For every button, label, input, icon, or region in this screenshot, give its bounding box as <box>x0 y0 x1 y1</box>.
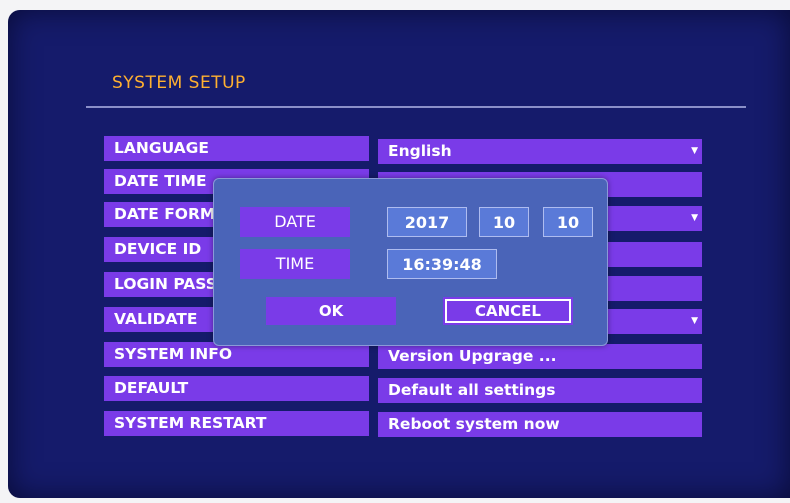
ok-button[interactable]: OK <box>266 297 396 325</box>
month-field[interactable]: 10 <box>479 207 529 237</box>
language-select[interactable]: English ▼ <box>378 139 702 164</box>
page-title: SYSTEM SETUP <box>112 73 246 93</box>
title-divider <box>86 106 746 108</box>
chevron-down-icon: ▼ <box>691 213 698 223</box>
chevron-down-icon: ▼ <box>691 146 698 156</box>
menu-item-language[interactable]: LANGUAGE <box>104 136 369 161</box>
year-field[interactable]: 2017 <box>387 207 467 237</box>
day-field[interactable]: 10 <box>543 207 593 237</box>
version-upgrade-button[interactable]: Version Upgrage ... <box>378 344 702 369</box>
time-field[interactable]: 16:39:48 <box>387 249 497 279</box>
reboot-system-button[interactable]: Reboot system now <box>378 412 702 437</box>
default-all-settings-button[interactable]: Default all settings <box>378 378 702 403</box>
cancel-button[interactable]: CANCEL <box>443 297 573 325</box>
language-value: English <box>388 142 452 160</box>
menu-item-system-restart[interactable]: SYSTEM RESTART <box>104 411 369 436</box>
date-label: DATE <box>240 207 350 237</box>
date-time-dialog: DATE 2017 10 10 TIME 16:39:48 OK CANCEL <box>213 178 608 346</box>
chevron-down-icon: ▼ <box>691 316 698 326</box>
menu-item-default[interactable]: DEFAULT <box>104 376 369 401</box>
time-label: TIME <box>240 249 350 279</box>
